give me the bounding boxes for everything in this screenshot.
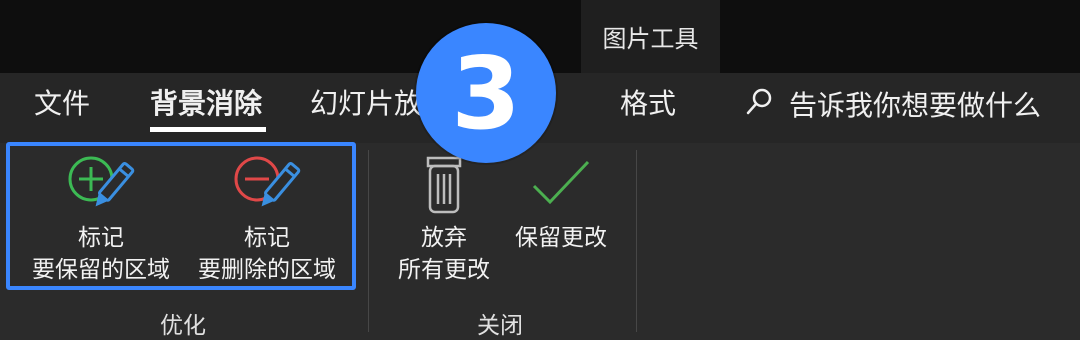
tab-background-removal[interactable]: 背景消除: [150, 86, 262, 122]
tab-slideshow[interactable]: 幻灯片放: [310, 86, 422, 122]
discard-label-line1: 放弃: [421, 225, 467, 251]
tab-file[interactable]: 文件: [34, 86, 90, 122]
tab-format[interactable]: 格式: [620, 86, 676, 122]
group-label-close: 关闭: [477, 313, 523, 339]
optimize-group-highlight: [6, 142, 356, 290]
check-icon: [526, 152, 596, 222]
search-icon: [745, 86, 775, 123]
keep-changes-label: 保留更改: [515, 225, 607, 251]
discard-changes-button[interactable]: 放弃 所有更改: [385, 152, 503, 286]
tell-me-search[interactable]: 告诉我你想要做什么: [745, 84, 1041, 124]
active-tab-indicator: [150, 127, 266, 132]
discard-label-line2: 所有更改: [398, 257, 490, 283]
step-number-badge: 3: [416, 23, 556, 163]
group-label-optimize: 优化: [160, 313, 206, 339]
group-separator: [636, 150, 637, 332]
tell-me-label: 告诉我你想要做什么: [789, 89, 1042, 122]
context-tab-picture-tools[interactable]: 图片工具: [581, 0, 720, 73]
trash-icon: [414, 152, 474, 222]
group-separator: [368, 150, 369, 332]
keep-changes-button[interactable]: 保留更改: [505, 152, 617, 254]
